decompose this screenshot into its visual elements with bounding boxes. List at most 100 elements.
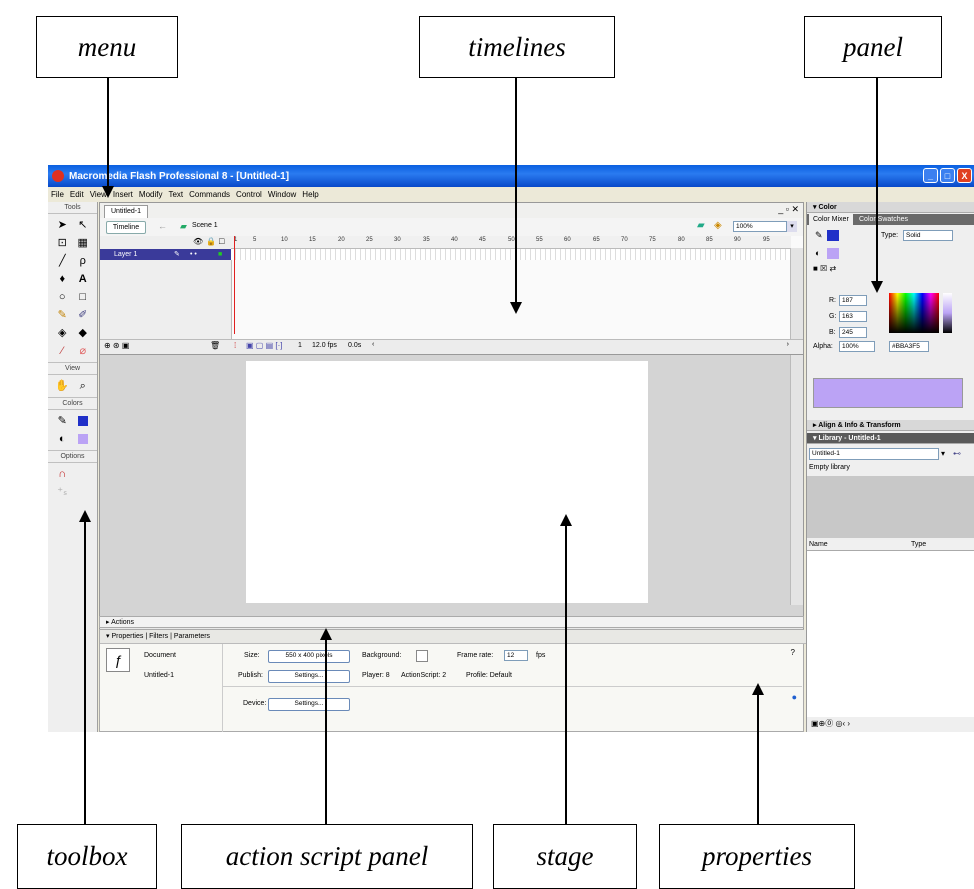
menu-control[interactable]: Control	[236, 190, 262, 199]
menu-insert[interactable]: Insert	[113, 190, 133, 199]
size-button[interactable]: 550 x 400 pixels	[268, 650, 350, 663]
add-layer-icon[interactable]: ⊕ ⊛ ▣	[104, 341, 129, 350]
paint-bucket-icon[interactable]: ◆	[73, 324, 94, 342]
stroke-swatch-panel[interactable]	[827, 230, 839, 241]
edit-symbols-icon[interactable]: ◈	[714, 220, 722, 231]
menu-text[interactable]: Text	[168, 190, 183, 199]
brush-icon[interactable]: ✐	[73, 306, 94, 324]
tab-parameters[interactable]: Parameters	[174, 633, 210, 640]
fill-color-icon-panel[interactable]: ◐	[815, 248, 820, 258]
timeline-scrollbar[interactable]	[790, 248, 803, 340]
actions-panel-bar[interactable]: ▸ Actions	[99, 616, 804, 628]
selection-icon[interactable]: ➤	[52, 216, 73, 234]
device-settings-button[interactable]: Settings...	[268, 698, 350, 711]
framerate-input[interactable]: 12	[504, 650, 528, 661]
swap-colors-icon[interactable]: ■ ☒ ⇄	[813, 264, 836, 273]
stage[interactable]	[246, 361, 648, 603]
tools-header: Tools	[48, 202, 97, 214]
pencil-icon[interactable]: ✎	[52, 306, 73, 324]
menu-help[interactable]: Help	[302, 190, 318, 199]
actionscript-version: ActionScript: 2	[401, 672, 447, 679]
tab-color-mixer[interactable]: Color Mixer	[809, 214, 853, 225]
maximize-button[interactable]: □	[940, 168, 955, 183]
menu-edit[interactable]: Edit	[70, 190, 84, 199]
column-type[interactable]: Type	[911, 541, 926, 548]
type-select[interactable]: Solid	[903, 230, 953, 241]
snap-magnet-icon[interactable]: ∩	[52, 465, 73, 483]
center-frame-icon[interactable]: ⁞	[234, 341, 236, 350]
library-panel-header[interactable]: ▾ Library - Untitled-1	[807, 433, 974, 444]
timeline-button[interactable]: Timeline	[106, 221, 146, 234]
fill-color-swatch[interactable]	[73, 430, 94, 448]
lock-icon[interactable]: 🔒	[206, 237, 216, 246]
document-tab[interactable]: Untitled-1	[104, 205, 148, 218]
r-input[interactable]: 187	[839, 295, 867, 306]
background-color-swatch[interactable]	[416, 650, 428, 662]
minimize-button[interactable]: _	[923, 168, 938, 183]
document-close-icon[interactable]: _ ▫ ✕	[778, 204, 799, 215]
frame-ruler[interactable]: 1 5 10 15 20 25 30 35 40 45 50 55 60 65 …	[231, 236, 791, 249]
publish-settings-button[interactable]: Settings...	[268, 670, 350, 683]
zoom-icon[interactable]: ⌕	[73, 377, 94, 395]
tab-filters[interactable]: Filters	[149, 633, 168, 640]
menu-modify[interactable]: Modify	[139, 190, 163, 199]
frame-cells[interactable]	[231, 249, 791, 260]
close-button[interactable]: X	[957, 168, 972, 183]
scene-label[interactable]: Scene 1	[192, 222, 218, 229]
callout-stage: stage	[493, 824, 637, 889]
tab-properties[interactable]: Properties	[111, 633, 143, 640]
color-panel-header[interactable]: ▾ Color	[807, 202, 974, 213]
info-icon[interactable]: ●	[792, 692, 797, 702]
library-dropdown-icon[interactable]: ▾	[941, 449, 945, 458]
free-transform-icon[interactable]: ⊡	[52, 234, 73, 252]
alpha-input[interactable]: 100%	[839, 341, 875, 352]
pen-icon[interactable]: ♦	[52, 270, 73, 288]
stroke-color-swatch[interactable]	[73, 412, 94, 430]
timeline-scroll-left-icon[interactable]: ‹	[372, 341, 374, 348]
outline-icon[interactable]: □	[219, 236, 224, 246]
subselection-icon[interactable]: ↖	[73, 216, 94, 234]
hand-icon[interactable]: ✋	[52, 377, 73, 395]
rectangle-icon[interactable]: □	[73, 288, 94, 306]
stage-vertical-scrollbar[interactable]	[790, 355, 803, 605]
fps-unit: fps	[536, 652, 546, 659]
menu-file[interactable]: File	[51, 190, 64, 199]
timeline-scroll-right-icon[interactable]: ›	[787, 341, 789, 348]
library-select[interactable]: Untitled-1	[809, 448, 939, 460]
pin-icon[interactable]: ⊷	[953, 449, 961, 458]
eye-icon[interactable]: 👁	[193, 237, 203, 246]
color-spectrum[interactable]	[889, 293, 939, 333]
delete-layer-icon[interactable]: 🗑	[210, 341, 220, 350]
playhead[interactable]	[234, 236, 235, 334]
tab-color-swatches[interactable]: Color Swatches	[859, 214, 908, 225]
fill-swatch-panel[interactable]	[827, 248, 839, 259]
line-icon[interactable]: ╱	[52, 252, 73, 270]
menu-window[interactable]: Window	[268, 190, 296, 199]
back-arrow-icon[interactable]: ←	[158, 221, 167, 231]
eraser-icon[interactable]: ⌀	[73, 342, 94, 360]
help-icon[interactable]: ?	[791, 648, 795, 657]
hex-input[interactable]: #BBA3F5	[889, 341, 929, 352]
fill-transform-icon[interactable]: ▦	[73, 234, 94, 252]
zoom-dropdown-icon[interactable]: ▾	[787, 221, 797, 232]
menu-commands[interactable]: Commands	[189, 190, 230, 199]
zoom-select[interactable]: 100%	[733, 221, 787, 232]
layer-row[interactable]: Layer 1 ✎ • • ■	[100, 249, 231, 260]
onion-skin-icon[interactable]: ▣ ▢ ▤ [·]	[246, 341, 282, 350]
b-input[interactable]: 245	[839, 327, 867, 338]
text-icon[interactable]: A	[73, 270, 94, 288]
column-name[interactable]: Name	[809, 541, 828, 548]
oval-icon[interactable]: ○	[52, 288, 73, 306]
g-input[interactable]: 163	[839, 311, 867, 322]
ink-bottle-icon[interactable]: ◈	[52, 324, 73, 342]
lasso-icon[interactable]: ρ	[73, 252, 94, 270]
stroke-color-icon-panel[interactable]: ✎	[815, 230, 823, 241]
align-panel-header[interactable]: ▸ Align & Info & Transform	[807, 420, 974, 431]
library-footer-icons[interactable]: ▣⊕⓪ ◎‹ ›	[811, 718, 850, 729]
stroke-color-icon[interactable]: ✎	[52, 412, 73, 430]
edit-scene-icon[interactable]: ▰	[697, 220, 705, 231]
callout-properties: properties	[659, 824, 855, 889]
eyedropper-icon[interactable]: ⁄	[52, 342, 73, 360]
fill-color-icon[interactable]: ◐	[52, 430, 73, 448]
brightness-slider[interactable]	[943, 293, 952, 333]
